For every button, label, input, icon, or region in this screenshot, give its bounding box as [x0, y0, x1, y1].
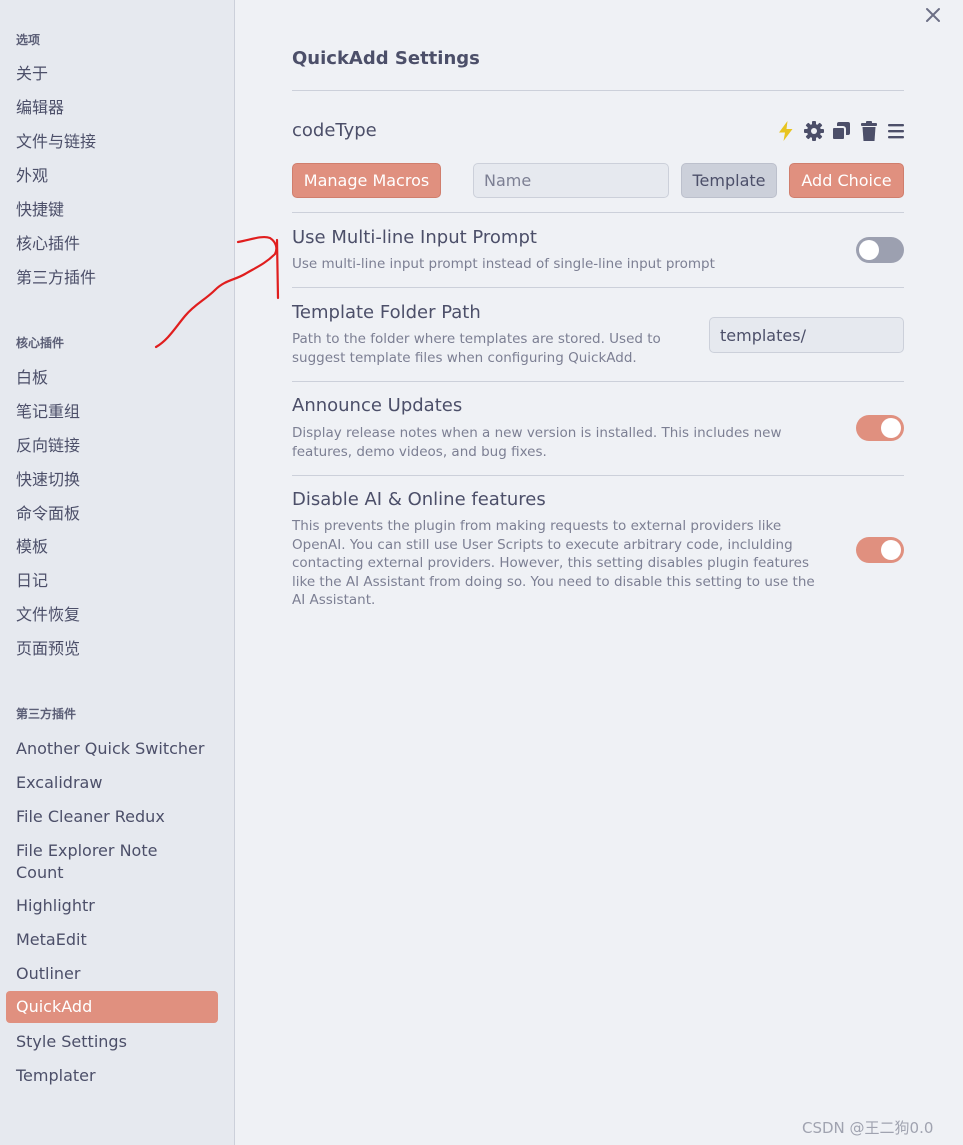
- divider: [292, 287, 904, 288]
- setting-title-template-folder: Template Folder Path: [292, 302, 481, 323]
- sidebar-item-metaedit[interactable]: MetaEdit: [6, 929, 218, 951]
- sidebar-item-backlinks[interactable]: 反向链接: [6, 435, 218, 457]
- disable-ai-toggle[interactable]: [856, 537, 904, 563]
- watermark: CSDN @王二狗0.0: [802, 1119, 934, 1137]
- add-choice-button[interactable]: Add Choice: [789, 163, 904, 198]
- multiline-prompt-toggle[interactable]: [856, 237, 904, 263]
- duplicate-icon[interactable]: [830, 120, 852, 142]
- setting-desc-announce-updates: Display release notes when a new version…: [292, 425, 782, 460]
- sidebar-item-style-settings[interactable]: Style Settings: [6, 1031, 218, 1053]
- sidebar-item-file-cleaner-redux[interactable]: File Cleaner Redux: [6, 806, 218, 828]
- gear-icon[interactable]: [803, 120, 825, 142]
- sidebar-item-about[interactable]: 关于: [6, 63, 218, 85]
- sidebar-item-files-links[interactable]: 文件与链接: [6, 131, 218, 153]
- sidebar-item-templates[interactable]: 模板: [6, 536, 218, 558]
- sidebar-item-file-recovery[interactable]: 文件恢复: [6, 604, 218, 626]
- setting-title-multiline-prompt: Use Multi-line Input Prompt: [292, 227, 537, 248]
- choice-name-input[interactable]: [473, 163, 669, 198]
- setting-desc-template-folder: Path to the folder where templates are s…: [292, 331, 661, 366]
- manage-macros-button[interactable]: Manage Macros: [292, 163, 441, 198]
- sidebar-heading-options: 选项: [16, 33, 41, 47]
- sidebar-item-command-palette[interactable]: 命令面板: [6, 503, 218, 525]
- trash-icon[interactable]: [858, 120, 880, 142]
- sidebar-item-file-explorer-note-count[interactable]: File Explorer Note Count: [6, 840, 186, 884]
- sidebar-heading-community-plugins: 第三方插件: [16, 707, 77, 721]
- choice-type-template-button[interactable]: Template: [681, 163, 777, 198]
- sidebar-item-editor[interactable]: 编辑器: [6, 97, 218, 119]
- setting-title-disable-ai: Disable AI & Online features: [292, 489, 546, 510]
- menu-icon[interactable]: [885, 120, 907, 142]
- close-icon[interactable]: [920, 2, 946, 28]
- sidebar-item-appearance[interactable]: 外观: [6, 165, 218, 187]
- sidebar-item-excalidraw[interactable]: Excalidraw: [6, 772, 218, 794]
- divider: [292, 475, 904, 476]
- sidebar-item-templater[interactable]: Templater: [6, 1065, 218, 1087]
- sidebar-item-outliner[interactable]: Outliner: [6, 963, 218, 985]
- setting-desc-disable-ai: This prevents the plugin from making req…: [292, 518, 815, 608]
- sidebar-item-another-quick-switcher[interactable]: Another Quick Switcher: [6, 738, 218, 760]
- choice-actions: [775, 120, 905, 144]
- sidebar-heading-core-plugins: 核心插件: [16, 336, 65, 350]
- sidebar-item-canvas[interactable]: 白板: [6, 367, 218, 389]
- choice-name: codeType: [292, 120, 377, 141]
- sidebar-item-daily-notes[interactable]: 日记: [6, 570, 218, 592]
- sidebar-item-page-preview[interactable]: 页面预览: [6, 638, 218, 660]
- setting-desc-multiline-prompt: Use multi-line input prompt instead of s…: [292, 256, 715, 272]
- red-annotation-arrow: [154, 235, 280, 349]
- sidebar-item-highlightr[interactable]: Highlightr: [6, 895, 218, 917]
- template-folder-input[interactable]: [709, 317, 904, 353]
- sidebar-item-note-composer[interactable]: 笔记重组: [6, 401, 218, 423]
- divider: [292, 90, 904, 91]
- lightning-icon[interactable]: [775, 120, 797, 142]
- divider: [292, 381, 904, 382]
- setting-title-announce-updates: Announce Updates: [292, 395, 463, 416]
- announce-updates-toggle[interactable]: [856, 415, 904, 441]
- page-title: QuickAdd Settings: [292, 48, 480, 69]
- settings-sidebar: 选项 关于 编辑器 文件与链接 外观 快捷键 核心插件 第三方插件 核心插件 白…: [0, 0, 235, 1145]
- sidebar-item-quick-switcher[interactable]: 快速切换: [6, 469, 218, 491]
- sidebar-item-quickadd[interactable]: QuickAdd: [6, 991, 218, 1023]
- sidebar-item-hotkeys[interactable]: 快捷键: [6, 199, 218, 221]
- divider: [292, 212, 904, 213]
